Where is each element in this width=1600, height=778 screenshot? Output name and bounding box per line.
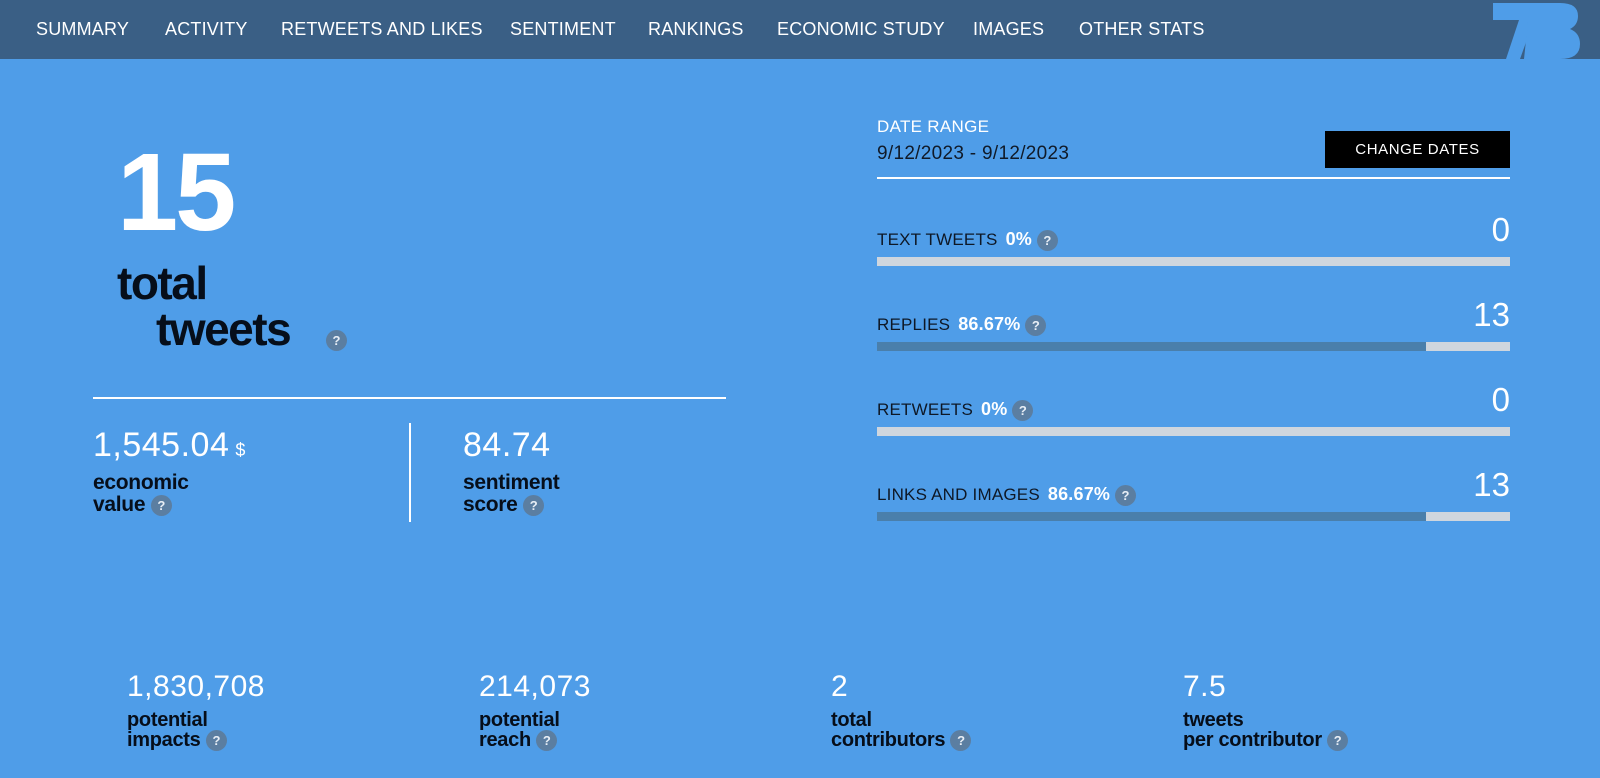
summary-divider <box>93 397 726 399</box>
sentiment-score-help-icon[interactable]: ? <box>523 494 545 516</box>
top-navigation: SUMMARY ACTIVITY RETWEETS AND LIKES SENT… <box>0 0 1600 59</box>
metric-divider <box>409 423 411 522</box>
nav-item-activity[interactable]: ACTIVITY <box>165 0 248 59</box>
nav-item-sentiment[interactable]: SENTIMENT <box>510 0 616 59</box>
economic-value-label: economic value ? <box>93 472 189 516</box>
tweets-per-contributor-value: 7.5 <box>1183 670 1227 703</box>
stat-percent: 0% <box>1005 229 1033 249</box>
potential-reach-help-icon[interactable]: ? <box>536 730 558 752</box>
change-dates-button[interactable]: CHANGE DATES <box>1325 131 1510 168</box>
sentiment-label-line2: score ? <box>463 494 560 516</box>
economic-label-line1: economic <box>93 471 189 494</box>
potential-reach-stat: 214,073 potential reach ? <box>479 670 591 752</box>
economic-value-help-icon[interactable]: ? <box>150 494 172 516</box>
economic-value-amount: 1,545.04 <box>93 426 230 464</box>
stat-progress-bar <box>877 257 1510 266</box>
brand-logo[interactable] <box>1490 0 1582 59</box>
nav-item-economic-study[interactable]: ECONOMIC STUDY <box>777 0 945 59</box>
stat-label: REPLIES <box>877 315 951 334</box>
stat-count: 13 <box>1473 466 1510 503</box>
nav-item-other-stats[interactable]: OTHER STATS <box>1079 0 1205 59</box>
stat-count: 0 <box>1491 381 1510 418</box>
stat-label: LINKS AND IMAGES <box>877 485 1040 504</box>
stat-label: RETWEETS <box>877 400 974 419</box>
stat-progress-fill <box>877 342 1426 351</box>
potential-impacts-label: potential impacts ? <box>127 710 265 752</box>
sentiment-score-label: sentiment score ? <box>463 472 560 516</box>
sentiment-label-line1: sentiment <box>463 471 560 494</box>
stat-count: 13 <box>1473 296 1510 333</box>
economic-label-line2: value ? <box>93 494 189 516</box>
stat-progress-bar <box>877 427 1510 436</box>
stat-row-text-tweets: TEXT TWEETS 0% ? 0 <box>877 205 1510 266</box>
stat-label: TEXT TWEETS <box>877 230 998 249</box>
potential-impacts-value: 1,830,708 <box>127 670 265 703</box>
retweets-help-icon[interactable]: ? <box>1012 400 1034 422</box>
nav-item-summary[interactable]: SUMMARY <box>36 0 129 59</box>
stat-percent: 86.67% <box>958 314 1021 334</box>
total-contributors-value: 2 <box>831 670 849 703</box>
tweets-per-contributor-label: tweets per contributor ? <box>1183 710 1349 752</box>
links-and-images-help-icon[interactable]: ? <box>1115 485 1137 507</box>
date-range-title: DATE RANGE <box>877 117 990 136</box>
nav-item-rankings[interactable]: RANKINGS <box>648 0 744 59</box>
total-tweets-value: 15 <box>117 131 236 254</box>
stat-row-replies: REPLIES 86.67% ? 13 <box>877 290 1510 351</box>
replies-help-icon[interactable]: ? <box>1025 315 1047 337</box>
nav-item-retweets-and-likes[interactable]: RETWEETS AND LIKES <box>281 0 483 59</box>
date-range-divider <box>877 177 1510 179</box>
total-contributors-stat: 2 total contributors ? <box>831 670 972 752</box>
potential-reach-value: 214,073 <box>479 670 591 703</box>
tweets-per-contributor-help-icon[interactable]: ? <box>1327 730 1349 752</box>
economic-value: 1,545.04 $ <box>93 428 246 462</box>
potential-impacts-help-icon[interactable]: ? <box>205 730 227 752</box>
total-tweets-help-icon[interactable]: ? <box>326 330 347 351</box>
total-tweets-label-line1: total <box>117 257 208 309</box>
tweets-per-contributor-stat: 7.5 tweets per contributor ? <box>1183 670 1349 752</box>
stat-progress-bar <box>877 512 1510 521</box>
sentiment-score-value: 84.74 <box>463 426 551 464</box>
total-contributors-help-icon[interactable]: ? <box>950 730 972 752</box>
total-tweets-label-line2: tweets <box>156 303 292 355</box>
currency-symbol: $ <box>235 440 246 460</box>
stat-count: 0 <box>1491 211 1510 248</box>
total-contributors-label: total contributors ? <box>831 710 972 752</box>
text-tweets-help-icon[interactable]: ? <box>1036 230 1058 252</box>
stat-percent: 0% <box>981 399 1008 419</box>
nav-item-images[interactable]: IMAGES <box>973 0 1044 59</box>
potential-impacts-stat: 1,830,708 potential impacts ? <box>127 670 265 752</box>
stat-progress-bar <box>877 342 1510 351</box>
stat-row-links-and-images: LINKS AND IMAGES 86.67% ? 13 <box>877 460 1510 521</box>
potential-reach-label: potential reach ? <box>479 709 560 752</box>
date-range-value: 9/12/2023 - 9/12/2023 <box>877 143 1070 164</box>
stat-row-retweets: RETWEETS 0% ? 0 <box>877 375 1510 436</box>
stat-percent: 86.67% <box>1047 484 1111 504</box>
stat-progress-fill <box>877 512 1426 521</box>
